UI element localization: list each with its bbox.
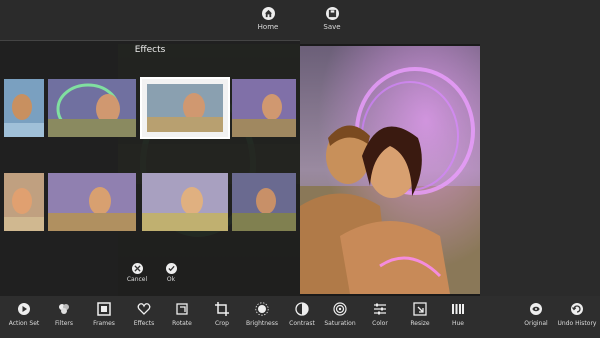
rotate-icon (175, 302, 189, 316)
original-button[interactable]: Original (514, 302, 558, 327)
home-icon (261, 7, 275, 20)
check-icon (165, 263, 177, 274)
play-icon (17, 302, 31, 316)
filters-button[interactable]: Filters (42, 302, 86, 327)
saturation-icon (333, 302, 347, 316)
effect-thumbnail[interactable] (232, 173, 296, 231)
save-button[interactable]: Save (312, 7, 352, 45)
close-icon (131, 263, 143, 274)
filters-label: Filters (55, 320, 73, 327)
effects-thumbnail-grid (4, 77, 300, 237)
contrast-label: Contrast (289, 320, 315, 327)
undo-history-label: Undo History (557, 320, 597, 327)
action-set-label: Action Set (8, 320, 40, 327)
bottom-toolbar: Action Set Filters Frames Effects Rotate… (0, 296, 600, 338)
hue-icon (451, 302, 465, 316)
effect-thumbnail-selected[interactable] (140, 77, 230, 139)
ok-label: Ok (166, 276, 176, 283)
original-label: Original (524, 320, 548, 327)
contrast-icon (295, 302, 309, 316)
resize-icon (413, 302, 427, 316)
top-toolbar: Home Save (0, 0, 600, 40)
cancel-label: Cancel (126, 276, 148, 283)
effect-thumbnail[interactable] (48, 173, 136, 231)
color-button[interactable]: Color (358, 302, 402, 327)
effects-label: Effects (133, 320, 155, 327)
brightness-label: Brightness (246, 320, 278, 327)
effect-thumbnail[interactable] (48, 79, 136, 137)
original-icon (529, 302, 543, 316)
rotate-label: Rotate (172, 320, 192, 327)
hue-button[interactable]: Hue (436, 302, 480, 327)
ok-button[interactable]: Ok (162, 263, 180, 283)
filters-icon (57, 302, 71, 316)
edited-photo (300, 46, 480, 294)
frames-icon (97, 302, 111, 316)
heart-icon (137, 302, 151, 316)
effect-thumbnail[interactable] (4, 173, 44, 231)
crop-icon (215, 302, 229, 316)
effect-thumbnail[interactable] (142, 173, 228, 231)
frames-label: Frames (93, 320, 115, 327)
rotate-button[interactable]: Rotate (160, 302, 204, 327)
color-icon (373, 302, 387, 316)
effects-panel-actions: Cancel Ok (126, 263, 180, 283)
crop-button[interactable]: Crop (200, 302, 244, 327)
effect-thumbnail[interactable] (232, 79, 296, 137)
saturation-label: Saturation (324, 320, 356, 327)
effects-panel: Effects Cancel Ok (0, 40, 300, 296)
undo-history-icon (570, 302, 584, 316)
color-label: Color (372, 320, 388, 327)
save-label: Save (323, 23, 341, 31)
resize-label: Resize (410, 320, 430, 327)
saturation-button[interactable]: Saturation (318, 302, 362, 327)
frames-button[interactable]: Frames (82, 302, 126, 327)
action-set-button[interactable]: Action Set (2, 302, 46, 327)
effects-panel-title: Effects (134, 45, 166, 55)
brightness-icon (255, 302, 269, 316)
undo-history-button[interactable]: Undo History (555, 302, 599, 327)
home-label: Home (257, 23, 279, 31)
crop-label: Crop (214, 320, 229, 327)
save-icon (325, 7, 339, 20)
brightness-button[interactable]: Brightness (240, 302, 284, 327)
effect-thumbnail[interactable] (4, 79, 44, 137)
hue-label: Hue (451, 320, 464, 327)
cancel-button[interactable]: Cancel (126, 263, 148, 283)
